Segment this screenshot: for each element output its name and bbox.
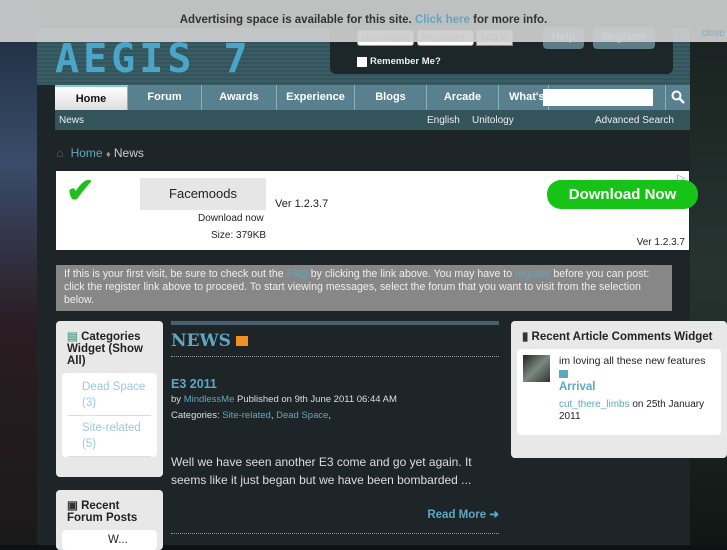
byline-label: by <box>171 394 182 405</box>
adbar-click-here-link[interactable]: Click here <box>415 14 470 26</box>
welcome-notice: If this is your first visit, be sure to … <box>56 265 672 311</box>
adchoices-icon[interactable]: ▷ <box>677 173 685 184</box>
search-icon <box>671 90 685 104</box>
tab-awards[interactable]: Awards <box>202 85 277 110</box>
recent-comments-title: ▮ Recent Article Comments Widget <box>522 331 713 343</box>
faq-link[interactable]: FAQ <box>287 268 308 280</box>
comment-icon: ▮ <box>522 331 529 343</box>
tab-whats-new[interactable]: What's <box>499 85 549 110</box>
publish-date: Published on 9th June 2011 06:44 AM <box>237 394 397 405</box>
checkmark-icon: ✔ <box>66 172 95 210</box>
home-icon: ⌂ <box>56 146 64 160</box>
author-link[interactable]: MindlessMe <box>184 394 235 405</box>
sub-nav: News English Unitology Advanced Search <box>55 110 690 130</box>
site-logo[interactable]: AEGIS 7 <box>55 36 252 82</box>
comment-text: im loving all these new features <box>559 355 706 367</box>
notice-text: by clicking the link above. You may have… <box>310 268 513 280</box>
notice-text: If this is your first visit, be sure to … <box>64 268 284 280</box>
advertising-bar: Advertising space is available for this … <box>0 0 727 42</box>
ad-version: Ver 1.2.3.7 <box>275 198 329 210</box>
subnav-unitology[interactable]: Unitology <box>472 115 514 126</box>
advertisement[interactable]: ✔ Facemoods Ver 1.2.3.7 Download now Siz… <box>56 171 698 250</box>
subnav-english[interactable]: English <box>427 115 460 126</box>
ad-size: Size: 379KB <box>211 230 267 241</box>
adbar-close-link[interactable]: close <box>702 28 725 39</box>
news-title: NEWS <box>171 331 231 351</box>
background-art-right <box>690 0 727 545</box>
forum-post-item[interactable]: W... <box>68 534 128 546</box>
category-link[interactable]: Site-related <box>222 410 271 421</box>
remember-me-label: Remember Me? <box>370 56 441 67</box>
adbar-text: Advertising space is available for this … <box>179 14 412 26</box>
remember-me-checkbox[interactable] <box>357 57 367 67</box>
download-now-button[interactable]: Download Now <box>547 180 698 209</box>
tab-home[interactable]: Home <box>55 85 128 110</box>
search-input[interactable] <box>543 89 653 106</box>
rss-icon[interactable] <box>235 336 248 346</box>
forum-posts-icon: ▣ <box>67 500 78 512</box>
ad-download-now: Download now <box>198 213 264 224</box>
breadcrumb-home[interactable]: Home <box>71 146 103 160</box>
read-more-link[interactable]: Read More <box>427 509 486 521</box>
breadcrumb: ⌂ Home ♦ News <box>56 146 144 160</box>
search-button[interactable] <box>665 85 690 110</box>
background-art-left <box>0 0 40 545</box>
go-to-comment-icon[interactable] <box>559 370 568 378</box>
recent-comments-widget: ▮ Recent Article Comments Widget im lovi… <box>511 321 727 458</box>
tab-forum[interactable]: Forum <box>128 85 202 110</box>
ad-product-name: Facemoods <box>140 178 266 210</box>
register-link[interactable]: register <box>515 268 550 280</box>
article-title[interactable]: E3 2011 <box>171 377 499 391</box>
comment-user-link[interactable]: cut_there_limbs <box>559 399 630 410</box>
breadcrumb-separator-icon: ♦ <box>105 149 111 159</box>
ad-version-2: Ver 1.2.3.7 <box>636 237 685 248</box>
category-dead-space[interactable]: Dead Space (3) <box>82 381 145 409</box>
subnav-news[interactable]: News <box>59 115 84 126</box>
article-excerpt: Well we have seen another E3 come and go… <box>171 455 472 487</box>
arrow-right-icon: ➜ <box>489 509 499 521</box>
recent-forum-posts-title: ▣ Recent Forum Posts <box>67 500 138 524</box>
category-site-related[interactable]: Site-related (5) <box>82 422 141 450</box>
tab-experience[interactable]: Experience <box>277 85 355 110</box>
categories-icon: ▤ <box>67 331 78 343</box>
adbar-text-after: for more info. <box>473 14 548 26</box>
news-column: NEWS E3 2011 by MindlessMe Published on … <box>171 321 499 534</box>
comment-article-link[interactable]: Arrival <box>559 381 595 393</box>
advanced-search-link[interactable]: Advanced Search <box>595 115 674 126</box>
tab-arcade[interactable]: Arcade <box>427 85 499 110</box>
categories-label: Categories: <box>171 410 220 421</box>
tab-blogs[interactable]: Blogs <box>355 85 427 110</box>
recent-forum-posts-widget: ▣ Recent Forum Posts W... <box>56 490 163 550</box>
categories-widget-title: ▤ Categories Widget (Show All) <box>67 331 143 367</box>
breadcrumb-current: News <box>113 146 144 160</box>
category-link[interactable]: Dead Space <box>276 410 328 421</box>
categories-widget: ▤ Categories Widget (Show All) Dead Spac… <box>56 321 163 477</box>
user-avatar[interactable] <box>523 355 550 382</box>
